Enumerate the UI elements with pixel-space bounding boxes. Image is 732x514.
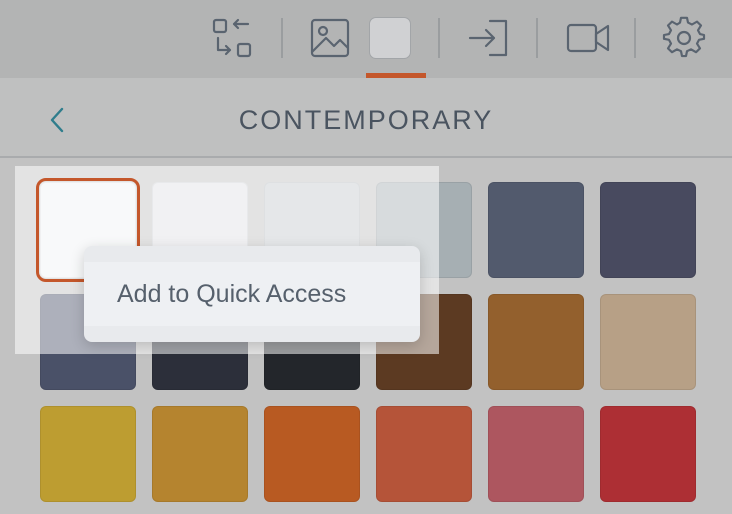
settings-button[interactable]: [660, 14, 708, 62]
swap-icon: [210, 16, 254, 60]
toolbar-divider: [536, 18, 538, 58]
video-camera-icon: [565, 16, 611, 60]
image-icon: [308, 16, 352, 60]
image-button[interactable]: [306, 14, 354, 62]
color-swatch[interactable]: [600, 294, 696, 390]
enter-icon: [466, 16, 510, 60]
color-swatch[interactable]: [264, 406, 360, 502]
color-swatch[interactable]: [488, 182, 584, 278]
color-swatch[interactable]: [376, 406, 472, 502]
toolbar-divider: [634, 18, 636, 58]
color-swatch[interactable]: [488, 294, 584, 390]
gear-icon: [662, 16, 706, 60]
add-to-quick-access-menu-item[interactable]: Add to Quick Access: [84, 262, 420, 326]
color-swatch[interactable]: [600, 182, 696, 278]
video-button[interactable]: [564, 14, 612, 62]
color-swatch-icon: [369, 17, 411, 59]
color-swatch[interactable]: [40, 406, 136, 502]
swap-button[interactable]: [208, 14, 256, 62]
page-title: CONTEMPORARY: [238, 105, 494, 135]
enter-button[interactable]: [464, 14, 512, 62]
color-swatch[interactable]: [600, 406, 696, 502]
color-swatch[interactable]: [488, 406, 584, 502]
toolbar-divider: [438, 18, 440, 58]
color-swatch-button[interactable]: [366, 14, 414, 62]
color-swatch[interactable]: [152, 406, 248, 502]
context-menu: Add to Quick Access: [84, 246, 420, 342]
toolbar-divider: [281, 18, 283, 58]
toolbar: [0, 0, 732, 78]
